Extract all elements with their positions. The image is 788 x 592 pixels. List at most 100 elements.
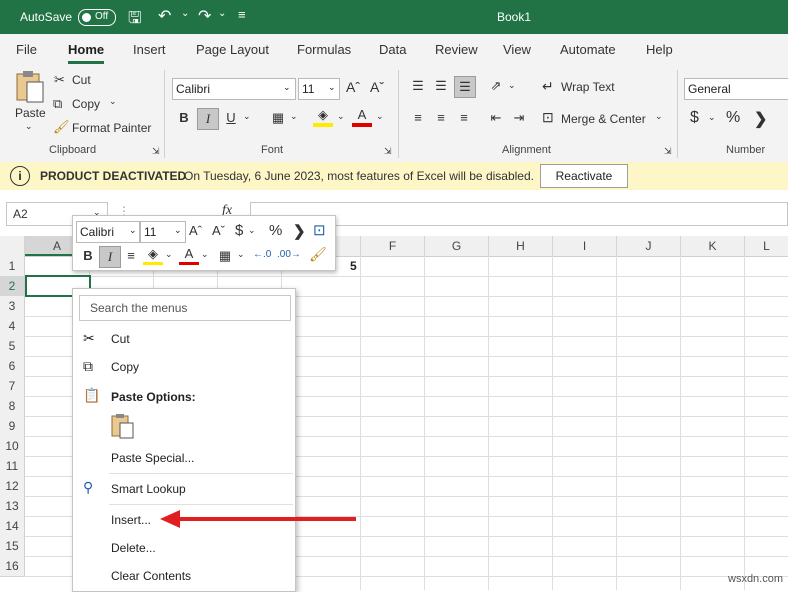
increase-decimal-icon[interactable]: ←.0	[253, 249, 271, 260]
tab-page-layout[interactable]: Page Layout	[196, 42, 269, 57]
accounting-dropdown-icon[interactable]: ⌄	[708, 112, 716, 123]
row-header-12[interactable]: 12	[0, 476, 25, 497]
search-menus-input[interactable]: Search the menus	[79, 295, 291, 321]
fill-dropdown-icon[interactable]: ⌄	[337, 111, 345, 122]
tab-home[interactable]: Home	[68, 42, 105, 64]
row-header-11[interactable]: 11	[0, 456, 25, 477]
tab-data[interactable]: Data	[379, 42, 406, 57]
column-header-i[interactable]: I	[553, 236, 617, 256]
row-header-5[interactable]: 5	[0, 336, 25, 357]
row-header-1[interactable]: 1	[0, 256, 25, 277]
increase-font-icon[interactable]: Aˆ	[189, 223, 202, 238]
customize-qat-icon[interactable]: ≡	[238, 7, 246, 22]
accounting-format-icon[interactable]: $	[235, 222, 243, 239]
format-painter-button[interactable]: Format Painter	[72, 121, 151, 135]
bold-button[interactable]: B	[174, 108, 194, 128]
row-header-3[interactable]: 3	[0, 296, 25, 317]
merge-center-button[interactable]: Merge & Center	[561, 112, 646, 126]
copy-button[interactable]: Copy	[72, 97, 100, 111]
underline-button[interactable]: U	[221, 108, 241, 128]
undo-icon[interactable]: ↶	[158, 6, 171, 26]
accounting-dropdown-icon[interactable]: ⌄	[248, 225, 256, 236]
cell-e1[interactable]: 5	[350, 259, 357, 273]
font-launcher-icon[interactable]: ⇲	[384, 146, 392, 157]
row-header-4[interactable]: 4	[0, 316, 25, 337]
row-header-9[interactable]: 9	[0, 416, 25, 437]
row-header-10[interactable]: 10	[0, 436, 25, 457]
cut-button[interactable]: Cut	[72, 73, 91, 87]
number-format-select[interactable]: General	[684, 78, 788, 100]
decrease-indent-icon[interactable]: ⇤	[486, 108, 506, 128]
merge-dropdown-icon[interactable]: ⌄	[655, 111, 663, 122]
align-center-icon[interactable]: ≡	[431, 108, 451, 128]
align-right-icon[interactable]: ≡	[454, 108, 474, 128]
row-header-7[interactable]: 7	[0, 376, 25, 397]
mini-size-select[interactable]: 11 ⌄	[140, 221, 186, 243]
fill-dropdown-icon[interactable]: ⌄	[165, 249, 173, 260]
accounting-format-icon[interactable]: $	[690, 109, 699, 127]
tab-insert[interactable]: Insert	[133, 42, 166, 57]
row-header-15[interactable]: 15	[0, 536, 25, 557]
paste-label[interactable]: Paste	[15, 106, 46, 120]
tab-file[interactable]: File	[16, 42, 37, 57]
paste-dropdown-icon[interactable]: ⌄	[25, 121, 33, 132]
column-header-j[interactable]: J	[617, 236, 681, 256]
row-header-2[interactable]: 2	[0, 276, 25, 297]
underline-dropdown-icon[interactable]: ⌄	[243, 111, 251, 122]
column-header-f[interactable]: F	[361, 236, 425, 256]
redo-icon[interactable]: ↷	[198, 6, 211, 26]
bold-button[interactable]: B	[78, 246, 98, 266]
copy-dropdown-icon[interactable]: ⌄	[109, 96, 117, 107]
autosave-toggle[interactable]: Off	[78, 9, 116, 26]
column-header-g[interactable]: G	[425, 236, 489, 256]
increase-indent-icon[interactable]: ⇥	[509, 108, 529, 128]
borders-dropdown-icon[interactable]: ⌄	[237, 249, 245, 260]
decrease-font-icon[interactable]: Aˇ	[370, 79, 384, 95]
row-header-8[interactable]: 8	[0, 396, 25, 417]
row-header-13[interactable]: 13	[0, 496, 25, 517]
menu-item-copy[interactable]: Copy	[111, 360, 139, 374]
column-header-k[interactable]: K	[681, 236, 745, 256]
select-all-corner[interactable]	[0, 236, 25, 256]
undo-dropdown-icon[interactable]: ⌄	[181, 8, 189, 19]
comma-style-icon[interactable]: ❯	[754, 109, 767, 129]
font-color-icon[interactable]: A	[179, 245, 199, 265]
orientation-icon[interactable]: ⇗	[486, 76, 506, 96]
italic-button[interactable]: I	[197, 108, 219, 130]
save-icon[interactable]: 🖫	[128, 7, 142, 34]
redo-dropdown-icon[interactable]: ⌄	[218, 8, 226, 19]
mini-font-select[interactable]: Calibri ⌄	[76, 221, 140, 243]
italic-button[interactable]: I	[99, 246, 121, 268]
row-header-6[interactable]: 6	[0, 356, 25, 377]
paste-button[interactable]	[14, 70, 46, 104]
tab-help[interactable]: Help	[646, 42, 673, 57]
column-header-h[interactable]: H	[489, 236, 553, 256]
row-header-14[interactable]: 14	[0, 516, 25, 537]
column-header-l[interactable]: L	[745, 236, 788, 256]
align-left-icon[interactable]: ≡	[408, 108, 428, 128]
increase-font-icon[interactable]: Aˆ	[346, 79, 360, 95]
paste-option-button[interactable]	[111, 413, 135, 439]
fill-color-icon[interactable]: ◈	[313, 107, 333, 127]
clipboard-launcher-icon[interactable]: ⇲	[152, 146, 160, 157]
borders-icon[interactable]: ▦	[268, 108, 288, 128]
font-size-select[interactable]: 11 ⌄	[298, 78, 340, 100]
font-color-icon[interactable]: A	[352, 107, 372, 127]
align-middle-icon[interactable]: ☰	[431, 76, 451, 96]
tab-automate[interactable]: Automate	[560, 42, 616, 57]
percent-style-icon[interactable]: %	[269, 222, 282, 239]
borders-dropdown-icon[interactable]: ⌄	[290, 111, 298, 122]
font-name-select[interactable]: Calibri ⌄	[172, 78, 296, 100]
align-top-icon[interactable]: ☰	[408, 76, 428, 96]
tab-review[interactable]: Review	[435, 42, 478, 57]
menu-item-paste-special[interactable]: Paste Special...	[111, 451, 194, 465]
tab-view[interactable]: View	[503, 42, 531, 57]
menu-item-cut[interactable]: Cut	[111, 332, 130, 346]
decrease-decimal-icon[interactable]: .00→	[277, 249, 301, 260]
wrap-text-button[interactable]: Wrap Text	[561, 80, 615, 94]
tab-formulas[interactable]: Formulas	[297, 42, 351, 57]
comma-style-icon[interactable]: ❯	[293, 222, 306, 240]
orientation-dropdown-icon[interactable]: ⌄	[508, 80, 516, 91]
fill-color-icon[interactable]: ◈	[143, 245, 163, 265]
font-color-dropdown-icon[interactable]: ⌄	[376, 111, 384, 122]
